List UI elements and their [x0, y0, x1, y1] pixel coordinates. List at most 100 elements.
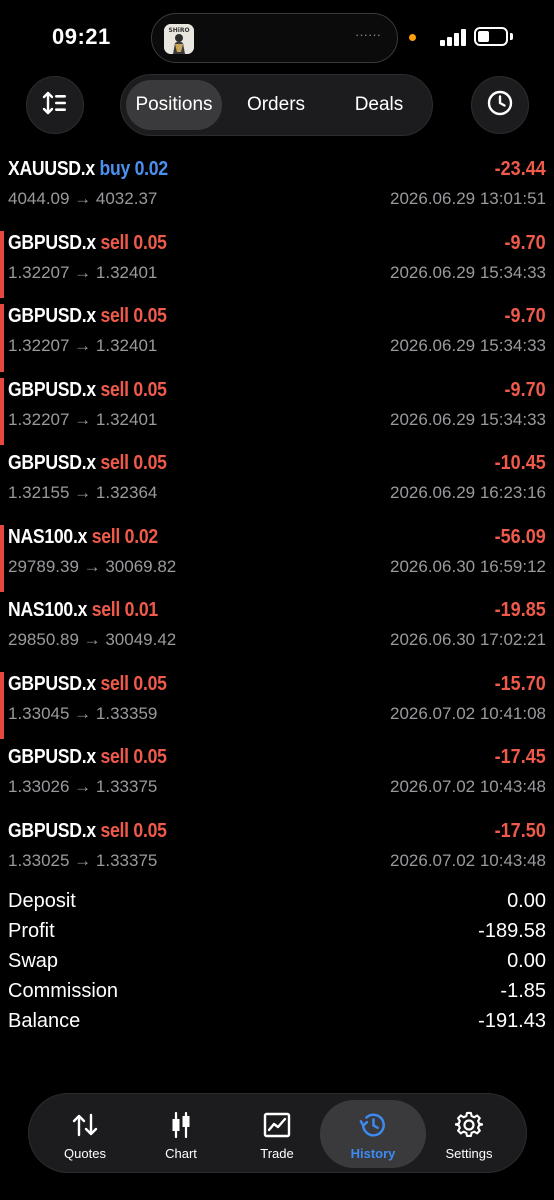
position-side-volume: sell 0.05	[100, 231, 167, 254]
position-profit: -23.44	[494, 158, 546, 180]
position-prices: 1.33045 → 1.33359	[8, 703, 158, 723]
position-symbol-line: GBPUSD.x sell 0.05	[8, 379, 167, 402]
tab-chart[interactable]: Chart	[133, 1094, 229, 1174]
tab-chart-label: Chart	[165, 1146, 197, 1161]
position-symbol: GBPUSD.x	[8, 452, 96, 474]
position-row[interactable]: GBPUSD.x sell 0.05 -17.50 1.33025 → 1.33…	[0, 813, 554, 887]
position-row[interactable]: GBPUSD.x sell 0.05 -10.45 1.32155 → 1.32…	[0, 445, 554, 519]
position-time: 2026.06.29 16:23:16	[390, 483, 546, 502]
position-symbol-line: NAS100.x sell 0.02	[8, 526, 158, 549]
position-profit: -9.70	[504, 305, 546, 327]
summary-label: Commission	[8, 980, 119, 1002]
position-row[interactable]: NAS100.x sell 0.02 -56.09 29789.39 → 300…	[0, 519, 554, 592]
tab-settings[interactable]: Settings	[421, 1094, 517, 1174]
position-row[interactable]: GBPUSD.x sell 0.05 -15.70 1.33045 → 1.33…	[0, 666, 554, 739]
summary-label: Balance	[8, 1010, 81, 1032]
position-symbol: NAS100.x	[8, 599, 88, 621]
battery-icon	[474, 27, 508, 46]
positions-list: XAUUSD.x buy 0.02 -23.44 4044.09 → 4032.…	[0, 151, 554, 886]
summary-row-profit: Profit -189.58	[0, 916, 554, 946]
position-row[interactable]: GBPUSD.x sell 0.05 -9.70 1.32207 → 1.324…	[0, 225, 554, 298]
status-time: 09:21	[52, 24, 111, 49]
row-accent-bar	[0, 377, 4, 445]
position-time: 2026.07.02 10:43:48	[390, 777, 546, 796]
position-time: 2026.06.29 13:01:51	[390, 189, 546, 208]
position-side-volume: sell 0.05	[100, 305, 167, 327]
position-prices: 1.32207 → 1.32401	[8, 409, 158, 429]
position-side-volume: sell 0.05	[100, 378, 167, 401]
battery-cap	[510, 33, 513, 40]
svg-text:SHiRO: SHiRO	[168, 27, 189, 34]
summary-value: 0.00	[507, 890, 546, 912]
position-time: 2026.06.29 15:34:33	[390, 409, 546, 429]
sort-button[interactable]	[26, 76, 84, 134]
summary-row-swap: Swap 0.00	[0, 946, 554, 976]
position-side-volume: sell 0.05	[100, 452, 167, 474]
position-profit: -17.50	[494, 819, 546, 842]
summary-row-deposit: Deposit 0.00	[0, 886, 554, 916]
summary-label: Swap	[8, 950, 59, 972]
tab-trade-label: Trade	[260, 1146, 294, 1161]
position-prices: 1.33025 → 1.33375	[8, 850, 158, 870]
position-symbol-line: GBPUSD.x sell 0.05	[8, 746, 167, 769]
position-symbol: XAUUSD.x	[8, 158, 95, 180]
position-profit: -9.70	[504, 231, 546, 254]
summary-section: Deposit 0.00 Profit -189.58 Swap 0.00 Co…	[0, 886, 554, 1036]
tab-trade[interactable]: Trade	[229, 1094, 325, 1174]
tab-history-label: History	[350, 1146, 396, 1161]
row-accent-bar	[0, 524, 4, 592]
position-prices: 1.33026 → 1.33375	[8, 777, 158, 796]
positions-orders-deals-segmented-control: Positions Orders Deals	[120, 74, 433, 136]
cellular-signal-icon	[440, 28, 468, 46]
candlestick-chart-icon	[167, 1111, 195, 1139]
position-profit: -56.09	[494, 525, 546, 548]
status-bar: 09:21 SHiRO ······	[0, 0, 554, 70]
time-period-button[interactable]	[471, 76, 529, 134]
position-row[interactable]: GBPUSD.x sell 0.05 -17.45 1.33026 → 1.33…	[0, 739, 554, 813]
trade-chart-icon	[263, 1111, 291, 1139]
quotes-arrows-icon	[71, 1111, 99, 1139]
position-row[interactable]: GBPUSD.x sell 0.05 -9.70 1.32207 → 1.324…	[0, 372, 554, 445]
position-profit: -10.45	[494, 452, 546, 474]
position-symbol: GBPUSD.x	[8, 378, 96, 401]
position-symbol-line: GBPUSD.x sell 0.05	[8, 820, 167, 843]
position-symbol: GBPUSD.x	[8, 305, 96, 327]
summary-value: -1.85	[500, 980, 546, 1002]
position-side-volume: sell 0.02	[91, 525, 158, 548]
position-side-volume: sell 0.01	[91, 599, 158, 621]
position-symbol-line: GBPUSD.x sell 0.05	[8, 305, 167, 328]
position-time: 2026.06.30 17:02:21	[390, 630, 546, 649]
history-icon	[359, 1111, 387, 1139]
position-symbol: GBPUSD.x	[8, 231, 96, 254]
dynamic-island[interactable]: SHiRO ······	[151, 13, 398, 63]
row-accent-bar	[0, 230, 4, 298]
tab-quotes-label: Quotes	[64, 1146, 106, 1161]
position-side-volume: sell 0.05	[100, 746, 167, 768]
segment-deals[interactable]: Deals	[331, 80, 427, 130]
tab-quotes[interactable]: Quotes	[37, 1094, 133, 1174]
tab-settings-label: Settings	[445, 1146, 493, 1161]
sort-arrows-icon	[42, 91, 68, 120]
island-dots: ······	[355, 27, 381, 42]
position-time: 2026.06.29 15:34:33	[390, 262, 546, 282]
clock-icon	[487, 90, 513, 121]
position-prices: 29850.89 → 30049.42	[8, 630, 177, 649]
row-accent-bar	[0, 671, 4, 739]
gear-icon	[455, 1111, 483, 1139]
bottom-tab-bar: Quotes Chart Trade History Settings	[28, 1093, 527, 1173]
segment-positions[interactable]: Positions	[126, 80, 222, 130]
position-row[interactable]: XAUUSD.x buy 0.02 -23.44 4044.09 → 4032.…	[0, 151, 554, 225]
position-symbol-line: GBPUSD.x sell 0.05	[8, 673, 167, 696]
position-time: 2026.07.02 10:43:48	[390, 850, 546, 870]
position-prices: 4044.09 → 4032.37	[8, 189, 158, 208]
position-row[interactable]: NAS100.x sell 0.01 -19.85 29850.89 → 300…	[0, 592, 554, 666]
position-row[interactable]: GBPUSD.x sell 0.05 -9.70 1.32207 → 1.324…	[0, 298, 554, 372]
position-profit: -9.70	[504, 378, 546, 401]
row-accent-bar	[0, 304, 4, 372]
summary-label: Deposit	[8, 890, 76, 912]
segment-orders[interactable]: Orders	[228, 80, 324, 130]
tab-history[interactable]: History	[325, 1094, 421, 1174]
summary-row-balance: Balance -191.43	[0, 1006, 554, 1036]
summary-row-commission: Commission -1.85	[0, 976, 554, 1006]
position-prices: 1.32207 → 1.32401	[8, 336, 158, 355]
